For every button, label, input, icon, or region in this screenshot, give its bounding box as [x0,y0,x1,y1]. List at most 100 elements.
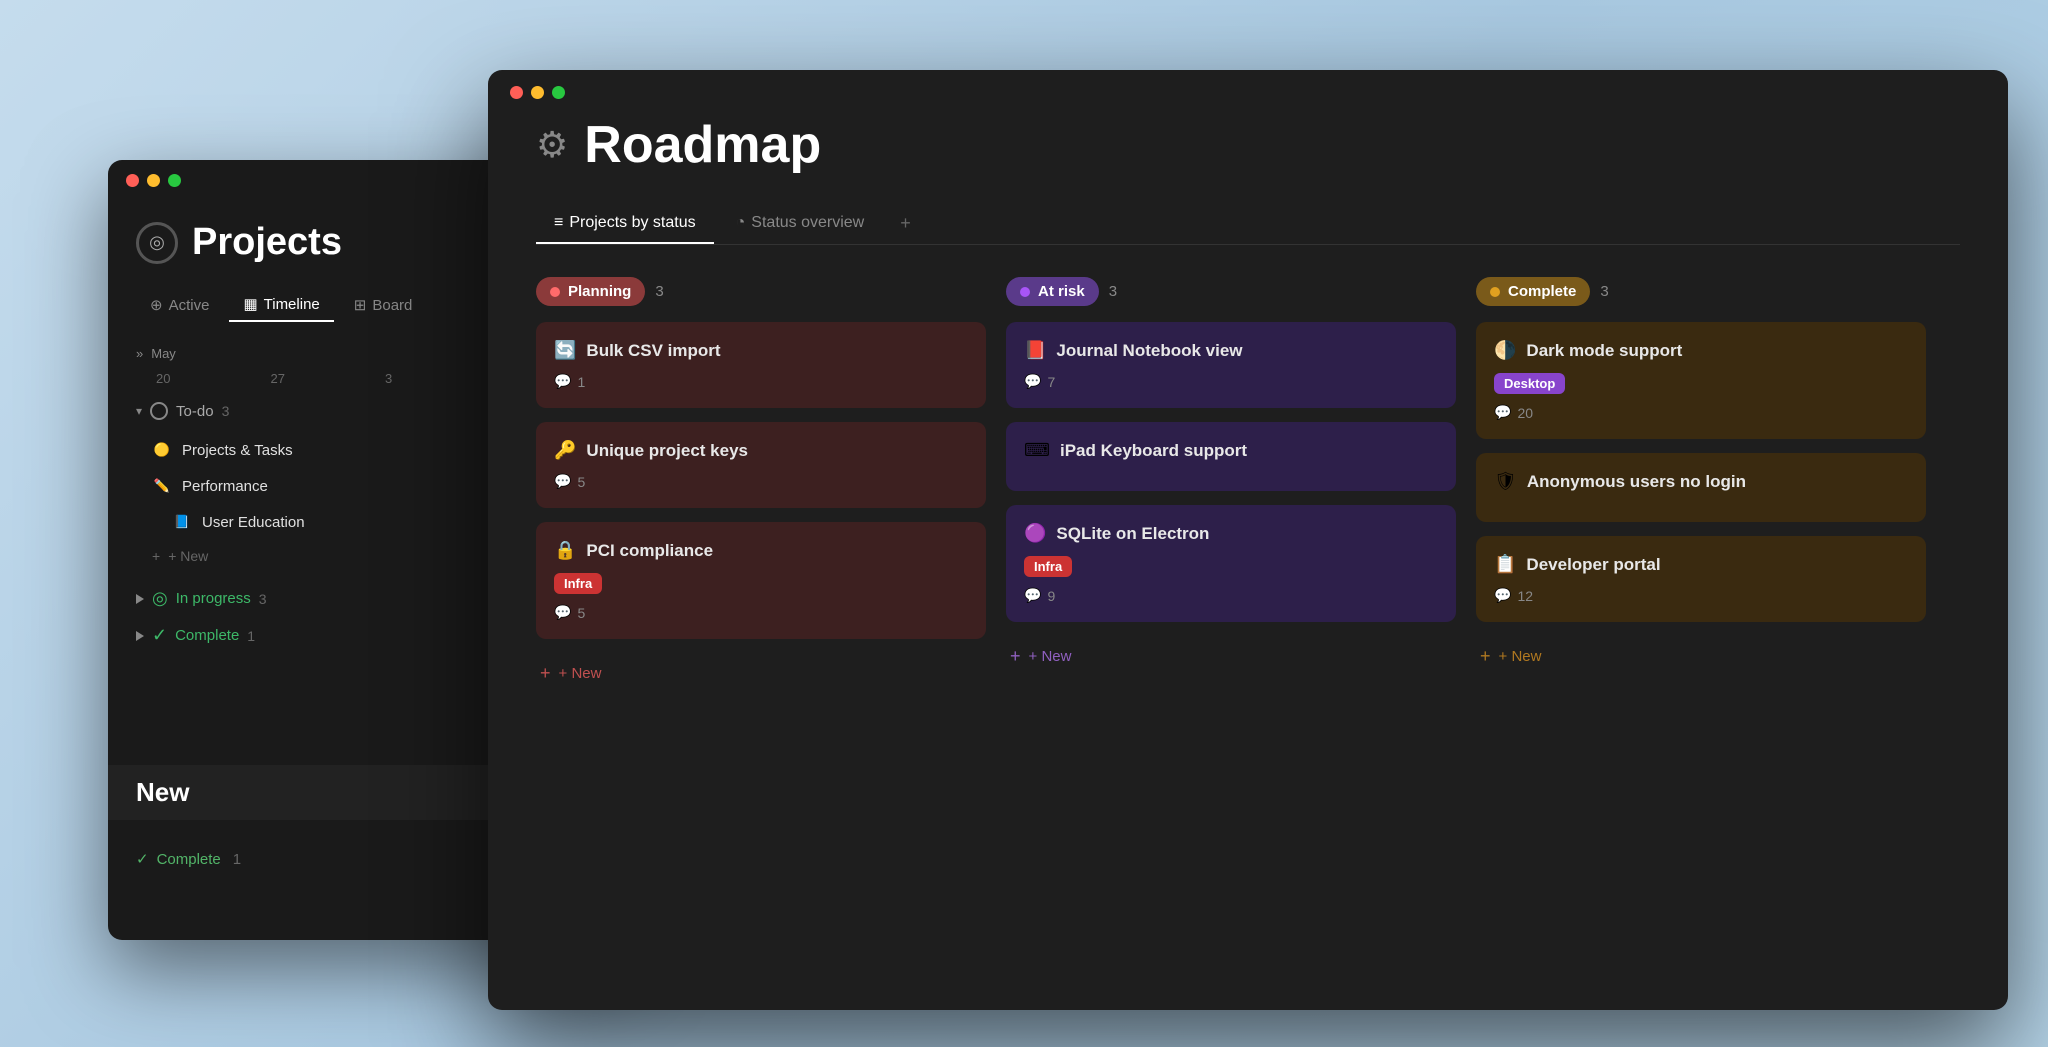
card-ipad-keyboard[interactable]: ⌨ iPad Keyboard support [1006,422,1456,491]
complete-label: Complete [175,627,239,644]
todo-toggle-icon[interactable]: ▾ [136,404,142,418]
sqlite-title: SQLite on Electron [1056,524,1209,544]
roadmap-close-dot[interactable] [510,86,523,99]
column-complete-header: Complete 3 [1476,277,1926,306]
add-new-planning-button[interactable]: + + New [536,653,986,694]
sqlite-comments: 9 [1047,588,1055,604]
pci-meta: 💬 5 [554,604,968,621]
card-sqlite-electron[interactable]: 🟣 SQLite on Electron Infra 💬 9 [1006,505,1456,622]
add-new-at-risk-button[interactable]: + + New [1006,636,1456,677]
developer-portal-title-row: 📋 Developer portal [1494,554,1908,575]
add-new-planning-label: + New [559,665,602,682]
complete-pill: Complete [1476,277,1590,306]
anonymous-icon: 🛡 [1494,471,1517,492]
at-risk-count: 3 [1109,283,1117,300]
roadmap-gear-icon: ⚙ [536,124,568,166]
in-progress-circle-icon: ◎ [152,588,168,609]
unique-keys-meta: 💬 5 [554,473,968,490]
journal-meta: 💬 7 [1024,373,1438,390]
planning-label: Planning [568,283,631,300]
projects-icon: ◎ [136,222,178,264]
card-developer-portal[interactable]: 📋 Developer portal 💬 12 [1476,536,1926,622]
projects-tasks-name: Projects & Tasks [182,442,494,459]
dark-mode-title: Dark mode support [1526,341,1682,361]
status-overview-label: Status overview [751,214,864,232]
performance-name: Performance [182,478,494,495]
todo-label: To-do [176,403,214,420]
bulk-csv-icon: 🔄 [554,340,576,361]
in-progress-label: In progress [176,590,251,607]
projects-title: Projects [192,221,342,264]
add-new-at-risk-label: + New [1029,648,1072,665]
ipad-keyboard-title-row: ⌨ iPad Keyboard support [1024,440,1438,461]
complete-check-icon: ✓ [136,850,149,868]
complete-circle-icon: ✓ [152,625,167,646]
journal-title-row: 📕 Journal Notebook view [1024,340,1438,361]
dark-mode-desktop-tag: Desktop [1494,373,1565,394]
at-risk-label: At risk [1038,283,1085,300]
roadmap-fullscreen-dot[interactable] [552,86,565,99]
roadmap-title: Roadmap [584,115,821,175]
card-anonymous-users[interactable]: 🛡 Anonymous users no login [1476,453,1926,522]
journal-title: Journal Notebook view [1056,341,1242,361]
pci-icon: 🔒 [554,540,576,561]
unique-keys-title: Unique project keys [586,441,748,461]
tab-timeline[interactable]: ▦ Timeline [229,288,333,322]
user-education-name: User Education [202,514,527,531]
developer-portal-meta: 💬 12 [1494,587,1908,604]
bulk-csv-title-row: 🔄 Bulk CSV import [554,340,968,361]
timeline-nav: » May [136,346,176,361]
card-unique-project-keys[interactable]: 🔑 Unique project keys 💬 5 [536,422,986,508]
add-new-todo-icon: + [152,548,160,564]
date-27: 27 [270,371,284,386]
journal-comment-icon: 💬 [1024,373,1041,390]
ipad-keyboard-title: iPad Keyboard support [1060,441,1247,461]
projects-tasks-icon: 🟡 [152,440,172,460]
column-planning: Planning 3 🔄 Bulk CSV import 💬 1 [536,277,986,694]
add-new-complete-button[interactable]: + + New [1476,636,1926,677]
tab-add-button[interactable]: + [886,203,925,244]
complete-col-count: 3 [1600,283,1608,300]
complete-count: 1 [247,628,255,644]
roadmap-minimize-dot[interactable] [531,86,544,99]
dark-mode-meta: 💬 20 [1494,404,1908,421]
planning-dot [550,287,560,297]
pci-infra-tag: Infra [554,573,602,594]
developer-portal-icon: 📋 [1494,554,1516,575]
anonymous-title-row: 🛡 Anonymous users no login [1494,471,1908,492]
dark-mode-comments: 20 [1517,405,1533,421]
card-bulk-csv-import[interactable]: 🔄 Bulk CSV import 💬 1 [536,322,986,408]
in-progress-count: 3 [259,591,267,607]
tab-active[interactable]: ⊕ Active [136,288,223,322]
unique-keys-comments: 5 [577,474,585,490]
column-complete: Complete 3 🌗 Dark mode support Desktop 💬… [1476,277,1926,694]
date-3: 3 [385,371,392,386]
dark-mode-comment-icon: 💬 [1494,404,1511,421]
dark-mode-icon: 🌗 [1494,340,1516,361]
card-dark-mode[interactable]: 🌗 Dark mode support Desktop 💬 20 [1476,322,1926,439]
active-tab-icon: ⊕ [150,296,163,314]
timeline-month-label: May [151,346,176,361]
bulk-csv-comment-icon: 💬 [554,373,571,390]
bulk-csv-comments: 1 [577,374,585,390]
kanban-board: Planning 3 🔄 Bulk CSV import 💬 1 [536,277,1960,694]
sqlite-title-row: 🟣 SQLite on Electron [1024,523,1438,544]
timeline-tab-icon: ▦ [243,295,257,313]
performance-icon: ✏️ [152,476,172,496]
tab-board[interactable]: ⊞ Board [340,288,427,322]
at-risk-dot [1020,287,1030,297]
card-pci-compliance[interactable]: 🔒 PCI compliance Infra 💬 5 [536,522,986,639]
unique-keys-comment-icon: 💬 [554,473,571,490]
pci-comment-icon: 💬 [554,604,571,621]
developer-portal-comment-icon: 💬 [1494,587,1511,604]
bulk-csv-title: Bulk CSV import [586,341,720,361]
target-icon: ◎ [149,232,165,253]
minimize-dot[interactable] [147,174,160,187]
column-planning-header: Planning 3 [536,277,986,306]
fullscreen-dot[interactable] [168,174,181,187]
card-journal-notebook[interactable]: 📕 Journal Notebook view 💬 7 [1006,322,1456,408]
tab-status-overview[interactable]: ◔ Status overview [718,204,883,244]
tab-projects-by-status[interactable]: ≡ Projects by status [536,204,714,244]
double-chevron-icon: » [136,346,143,361]
close-dot[interactable] [126,174,139,187]
